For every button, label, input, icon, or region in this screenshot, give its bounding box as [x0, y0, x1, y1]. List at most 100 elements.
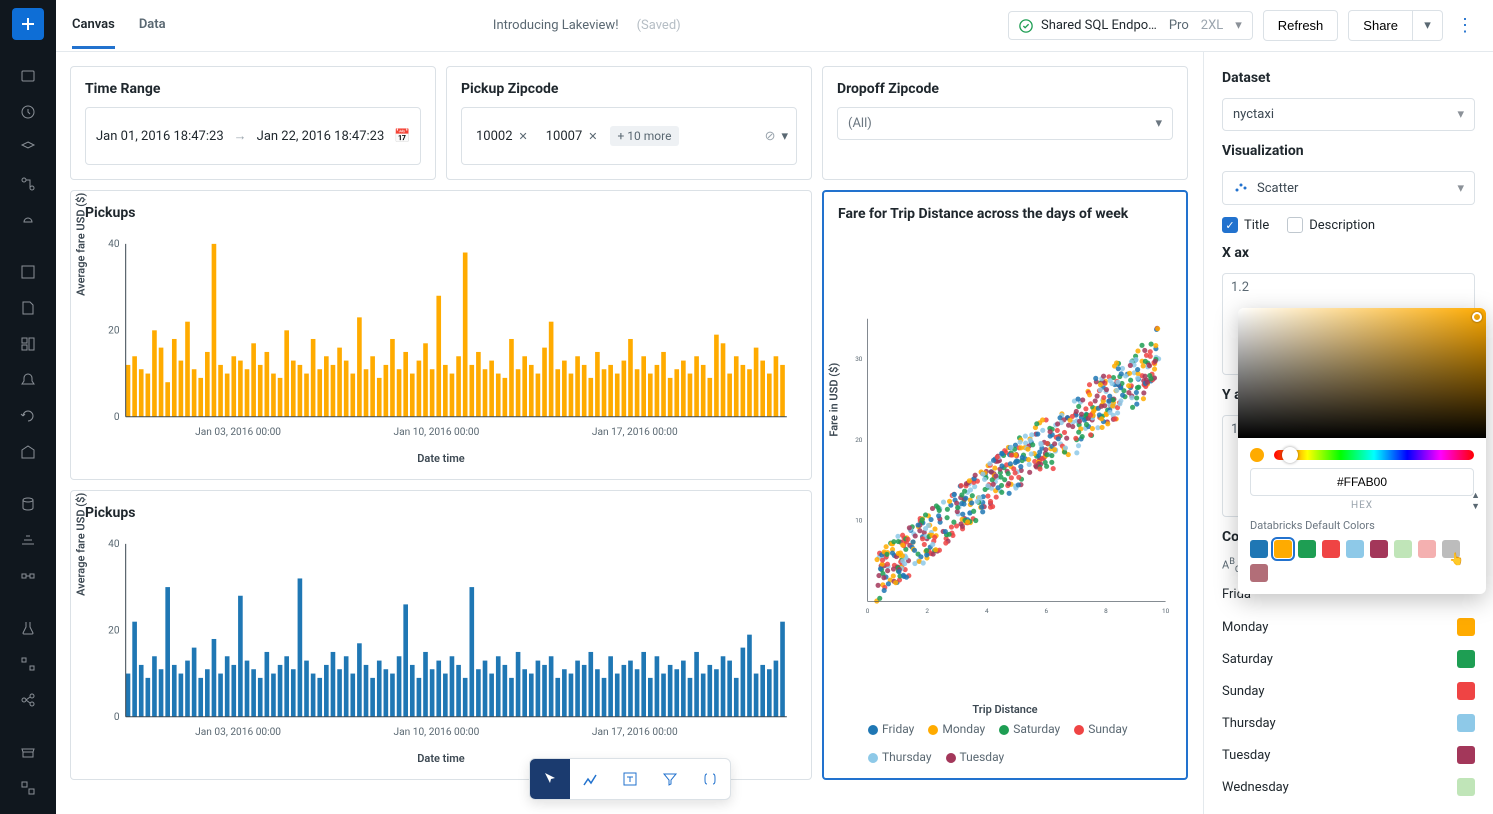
endpoint-selector[interactable]: Shared SQL Endpo… Pro 2XL: [1008, 11, 1253, 40]
palette-swatch[interactable]: [1250, 564, 1268, 582]
svg-text:2: 2: [925, 607, 929, 615]
palette-swatch[interactable]: [1442, 540, 1460, 558]
svg-text:40: 40: [108, 239, 120, 250]
color-swatch[interactable]: [1457, 682, 1475, 700]
alerts-icon[interactable]: [12, 364, 44, 396]
svg-text:Jan 17, 2016 00:00: Jan 17, 2016 00:00: [592, 427, 678, 438]
close-icon[interactable]: ✕: [519, 130, 528, 143]
tool-select[interactable]: [530, 759, 570, 799]
palette-swatch[interactable]: [1394, 540, 1412, 558]
visualization-select[interactable]: Scatter: [1222, 171, 1475, 205]
experiments-icon[interactable]: [12, 612, 44, 644]
data-icon[interactable]: [12, 488, 44, 520]
day-name: Saturday: [1222, 652, 1273, 667]
color-day-row[interactable]: Saturday: [1222, 650, 1475, 668]
palette-swatch[interactable]: [1418, 540, 1436, 558]
color-swatch[interactable]: [1457, 618, 1475, 636]
ingestion-icon[interactable]: [12, 524, 44, 556]
queries-icon[interactable]: [12, 292, 44, 324]
chip[interactable]: 10002✕: [470, 126, 534, 147]
canvas-area: Time Range Jan 01, 2016 18:47:23 → Jan 2…: [56, 52, 1203, 814]
palette-swatch[interactable]: [1298, 540, 1316, 558]
share-caret[interactable]: [1413, 10, 1443, 41]
svg-text:0: 0: [866, 607, 870, 615]
compute-icon[interactable]: [12, 204, 44, 236]
color-swatch[interactable]: [1457, 746, 1475, 764]
calendar-icon: 📅: [394, 129, 410, 144]
hex-stepper[interactable]: ▲▼: [1471, 490, 1480, 512]
y-axis-label: Fare in USD ($): [828, 362, 841, 436]
close-icon[interactable]: ✕: [588, 130, 597, 143]
hex-input[interactable]: [1250, 468, 1474, 496]
palette-swatch[interactable]: [1250, 540, 1268, 558]
chevron-down-icon: [1155, 116, 1162, 131]
color-swatch[interactable]: [1457, 714, 1475, 732]
color-day-row[interactable]: Wednesday: [1222, 778, 1475, 796]
tool-add-text[interactable]: [610, 759, 650, 799]
catalog-icon[interactable]: [12, 132, 44, 164]
sql-editor-icon[interactable]: [12, 256, 44, 288]
color-swatch[interactable]: [1457, 650, 1475, 668]
history-icon[interactable]: [12, 400, 44, 432]
tab-data[interactable]: Data: [139, 3, 166, 49]
warehouses-icon[interactable]: [12, 436, 44, 468]
topbar: Canvas Data Introducing Lakeview! (Saved…: [56, 0, 1493, 52]
scatter-icon: [1233, 180, 1249, 196]
tool-add-filter[interactable]: [650, 759, 690, 799]
palette-swatch[interactable]: [1322, 540, 1340, 558]
workflows-icon[interactable]: [12, 168, 44, 200]
marketplace-icon[interactable]: [12, 736, 44, 768]
tool-add-parameter[interactable]: [690, 759, 730, 799]
color-swatch[interactable]: [1457, 778, 1475, 796]
svg-text:20: 20: [855, 436, 863, 444]
chart-scatter-fare[interactable]: Fare for Trip Distance across the days o…: [822, 190, 1188, 780]
models-icon[interactable]: [12, 684, 44, 716]
color-day-row[interactable]: Sunday: [1222, 682, 1475, 700]
pipelines-icon[interactable]: [12, 560, 44, 592]
dropoff-select[interactable]: (All): [837, 107, 1173, 140]
x-axis-label: Trip Distance: [838, 703, 1172, 716]
y-axis-label: Average fare USD ($): [75, 192, 88, 295]
more-menu[interactable]: ⋮: [1453, 15, 1477, 36]
date-range-input[interactable]: Jan 01, 2016 18:47:23 → Jan 22, 2016 18:…: [85, 107, 421, 165]
chart-pickups-top[interactable]: Pickups Average fare USD ($) 02040Jan 03…: [70, 190, 812, 480]
svg-text:0: 0: [114, 712, 120, 723]
palette-swatch[interactable]: [1274, 540, 1292, 558]
legend-item: Tuesday: [946, 750, 1005, 764]
more-chip[interactable]: + 10 more: [610, 126, 680, 146]
description-checkbox[interactable]: Description: [1287, 217, 1375, 233]
color-saturation-area[interactable]: [1238, 308, 1486, 438]
dataset-value: nyctaxi: [1233, 107, 1274, 122]
color-day-row[interactable]: Thursday: [1222, 714, 1475, 732]
color-day-row[interactable]: Tuesday: [1222, 746, 1475, 764]
palette-swatch[interactable]: [1370, 540, 1388, 558]
create-button[interactable]: [12, 8, 44, 40]
features-icon[interactable]: [12, 648, 44, 680]
clear-icon[interactable]: ⊘: [765, 129, 776, 144]
refresh-button[interactable]: Refresh: [1263, 10, 1339, 41]
partner-icon[interactable]: [12, 772, 44, 804]
recents-icon[interactable]: [12, 96, 44, 128]
color-day-row[interactable]: Monday: [1222, 618, 1475, 636]
announcement-text: Introducing Lakeview!: [493, 18, 619, 33]
chevron-down-icon[interactable]: [781, 129, 788, 144]
chip[interactable]: 10007✕: [540, 126, 604, 147]
title-checkbox[interactable]: ✓Title: [1222, 217, 1269, 233]
svg-text:20: 20: [108, 625, 120, 636]
tool-add-chart[interactable]: [570, 759, 610, 799]
day-name: Wednesday: [1222, 780, 1289, 795]
chart-pickups-bottom[interactable]: Pickups Average fare USD ($) 02040Jan 03…: [70, 490, 812, 780]
palette-swatch[interactable]: [1346, 540, 1364, 558]
workspace-icon[interactable]: [12, 60, 44, 92]
filter-pickup-zipcode: Pickup Zipcode 10002✕ 10007✕ + 10 more ⊘: [446, 66, 812, 180]
chart-title: Pickups: [85, 205, 797, 221]
dashboards-icon[interactable]: [12, 328, 44, 360]
color-by-day-list: Monday Saturday Sunday Thursday Tuesday Wedne…: [1222, 618, 1475, 796]
tab-canvas[interactable]: Canvas: [72, 3, 115, 49]
svg-text:30: 30: [855, 355, 863, 363]
share-button[interactable]: Share: [1348, 10, 1413, 41]
dataset-select[interactable]: nyctaxi: [1222, 98, 1475, 131]
hue-slider[interactable]: [1274, 450, 1474, 460]
pickup-multiselect[interactable]: 10002✕ 10007✕ + 10 more ⊘: [461, 107, 797, 165]
svg-text:Jan 10, 2016 00:00: Jan 10, 2016 00:00: [394, 427, 480, 438]
